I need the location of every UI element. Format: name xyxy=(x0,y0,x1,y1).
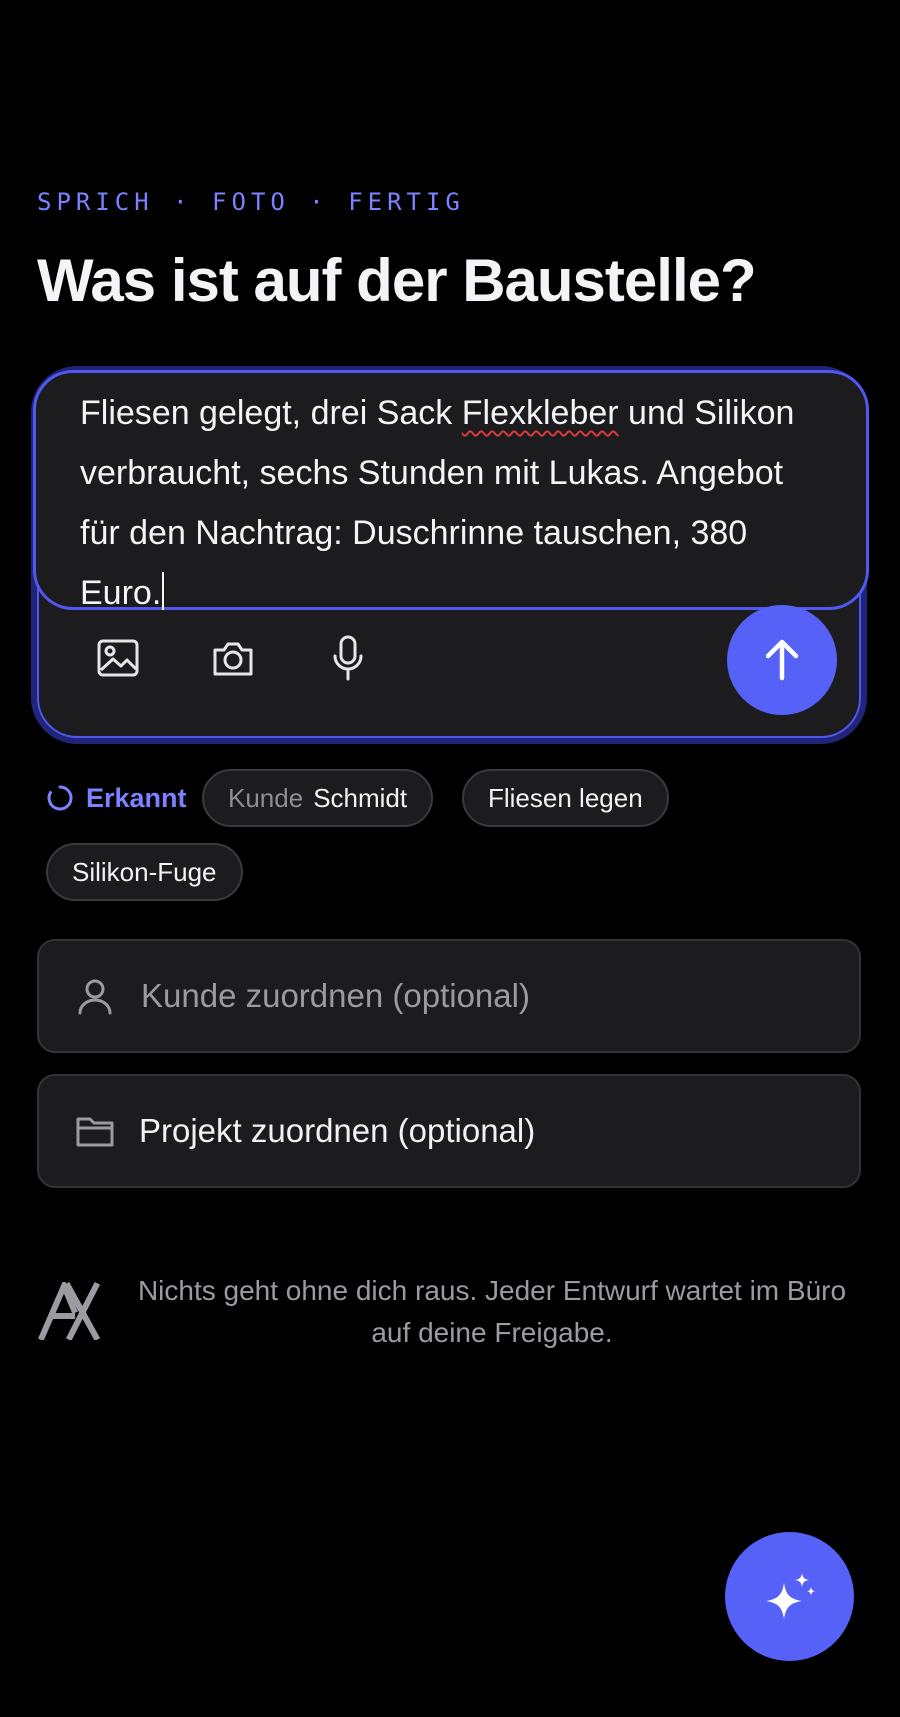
send-button[interactable] xyxy=(727,605,837,715)
chip-customer[interactable]: Kunde Schmidt xyxy=(202,769,434,827)
customer-field[interactable] xyxy=(37,939,861,1053)
camera-button[interactable] xyxy=(207,632,259,684)
loading-spinner-icon xyxy=(47,785,73,811)
folder-icon xyxy=(76,1117,114,1147)
sparkles-icon xyxy=(765,1572,815,1619)
attach-image-button[interactable] xyxy=(92,632,144,684)
footer-note: Nichts geht ohne dich raus. Jeder Entwur… xyxy=(137,1275,847,1348)
composer-textarea[interactable]: Fliesen gelegt, drei Sack Flexkleber und… xyxy=(33,370,869,612)
chip-task-tiling-label: Fliesen legen xyxy=(488,782,643,813)
person-icon xyxy=(78,979,112,1015)
microphone-button[interactable] xyxy=(322,632,374,684)
chip-task-tiling[interactable]: Fliesen legen xyxy=(462,769,669,827)
composer-text-flagged: Flexkleber xyxy=(461,394,619,432)
project-field[interactable]: Projekt zuordnen (optional) xyxy=(37,1074,861,1188)
eyebrow-label: SPRICH · FOTO · FERTIG xyxy=(37,188,465,216)
detected-label-text: Erkannt xyxy=(86,782,187,813)
chip-customer-prefix: Kunde xyxy=(228,782,304,813)
detected-label: Erkannt xyxy=(46,781,187,815)
image-icon xyxy=(97,639,139,677)
project-value: Projekt zuordnen (optional) xyxy=(139,1112,536,1149)
customer-input[interactable] xyxy=(139,976,823,1016)
arrow-up-icon xyxy=(765,639,799,681)
chip-task-silicone-label: Silikon-Fuge xyxy=(72,856,217,887)
chip-customer-value: Schmidt xyxy=(313,782,408,813)
composer-text-before: Fliesen gelegt, drei Sack xyxy=(80,394,462,432)
ai-assistant-button[interactable] xyxy=(725,1532,854,1661)
page-title: Was ist auf der Baustelle? xyxy=(37,247,757,314)
brand-logo xyxy=(38,1282,100,1340)
text-caret xyxy=(162,572,165,610)
microphone-icon xyxy=(333,635,363,681)
camera-icon xyxy=(213,642,253,676)
chip-task-silicone[interactable]: Silikon-Fuge xyxy=(46,843,243,901)
